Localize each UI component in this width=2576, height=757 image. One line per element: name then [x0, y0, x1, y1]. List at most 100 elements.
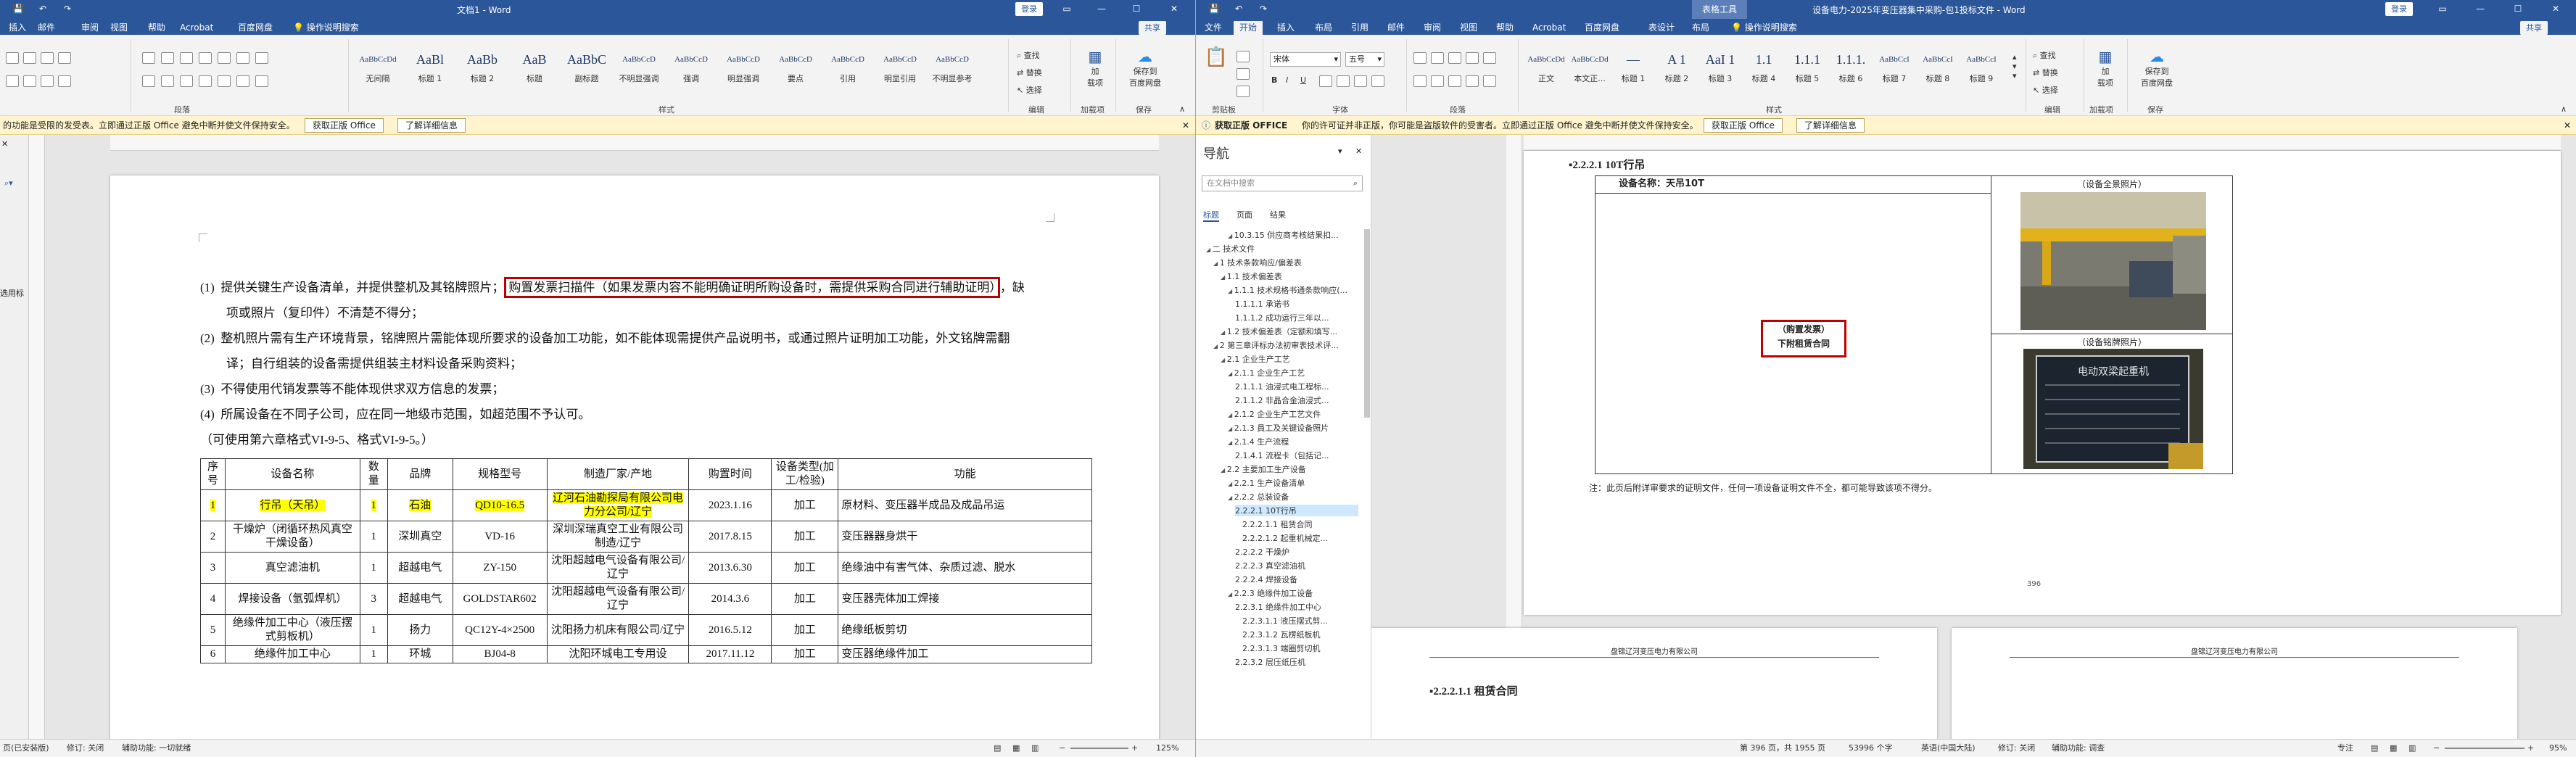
find-button[interactable]: ⌕ 查找 [1017, 49, 1040, 61]
table-row[interactable]: 2 干燥炉（闭循环热风真空干燥设备） 1 深圳真空 VD-16 深圳深瑞真空工业有限公司制… [200, 521, 1092, 553]
web-layout-icon[interactable]: ▥ [1031, 740, 1039, 757]
nav-heading-item[interactable]: 2.2.3.1 绝缘件加工中心 [1235, 601, 1358, 613]
font-color-icon[interactable] [1371, 75, 1384, 87]
nav-heading-item[interactable]: 2.1.4.1 流程卡（包括记... [1235, 450, 1358, 461]
track-changes-status[interactable]: 修订: 关闭 [1998, 740, 2035, 757]
superscript-icon[interactable] [1354, 75, 1367, 87]
tab-references[interactable]: 引用 [1345, 21, 1374, 35]
document-page[interactable]: ▪2.2.2.1 10T行吊 设备名称：天吊10T （购置发票） 下附租赁合同 … [1524, 151, 2561, 615]
copy-icon[interactable] [1237, 68, 1250, 80]
close-button[interactable]: ✕ [1160, 1, 1188, 16]
nav-heading-item[interactable]: 2.2.2.1.2 起重机械定... [1242, 532, 1358, 544]
nav-heading-item[interactable]: ◢ 1 技术条款响应/偏差表 [1213, 257, 1358, 268]
expand-arrow-icon[interactable]: ◢ [1213, 260, 1220, 267]
save-baidu-button[interactable]: ☁ 保存到 百度网盘 [1123, 48, 1168, 88]
replace-button[interactable]: ⇄ 替换 [2033, 67, 2058, 78]
style-12[interactable]: AaBbCcD 不明显参考 [931, 46, 973, 97]
accessibility-status[interactable]: 辅助功能: 调查 [2052, 740, 2105, 757]
nav-tab-pages[interactable]: 页面 [1237, 209, 1252, 220]
strikethrough-icon[interactable] [1319, 75, 1332, 87]
tab-insert[interactable]: 插入 [3, 21, 32, 35]
nav-tab-headings[interactable]: 标题 [1203, 209, 1219, 222]
justify-icon[interactable] [1466, 75, 1479, 87]
maximize-button[interactable]: ☐ [2504, 1, 2532, 16]
expand-arrow-icon[interactable]: ◢ [1228, 426, 1234, 432]
nav-heading-item[interactable]: 2.2.3.1.3 端圈剪切机 [1242, 642, 1358, 654]
sort-icon[interactable] [236, 52, 249, 64]
nav-heading-item[interactable]: ◢ 2.2.1 生产设备清单 [1228, 477, 1358, 489]
italic-button[interactable]: I [1286, 75, 1288, 85]
share-button[interactable]: 共享 [1139, 21, 1166, 35]
save-icon[interactable]: 💾 [1200, 1, 1228, 16]
expand-arrow-icon[interactable]: ◢ [1206, 247, 1213, 253]
undo-icon[interactable]: ↶ [1225, 1, 1252, 16]
zoom-level[interactable]: 125% [1156, 740, 1178, 757]
save-icon[interactable]: 💾 [4, 1, 32, 16]
zoom-in-icon[interactable]: + [1131, 740, 1138, 757]
expand-arrow-icon[interactable]: ◢ [1221, 329, 1227, 336]
tab-mailings[interactable]: 邮件 [32, 21, 61, 35]
zoom-slider[interactable] [2445, 748, 2525, 749]
read-mode-icon[interactable]: ▤ [994, 740, 1001, 757]
nav-close-icon[interactable]: ✕ [1355, 146, 1362, 156]
horizontal-ruler[interactable] [1524, 135, 2561, 151]
expand-arrow-icon[interactable]: ◢ [1221, 357, 1227, 363]
nav-heading-item[interactable]: 2.2.3.2 层压纸压机 [1235, 656, 1358, 668]
style-1[interactable]: AaBbCcDd 无间隔 [357, 46, 399, 97]
tab-mailings[interactable]: 邮件 [1382, 21, 1411, 35]
tab-baidu[interactable]: 百度网盘 [232, 21, 278, 35]
nav-heading-item[interactable]: 2.2.3.1.2 瓦楞纸板机 [1242, 629, 1358, 640]
vertical-ruler[interactable] [29, 135, 45, 739]
collapse-ribbon-icon[interactable]: ∧ [1179, 104, 1185, 114]
get-office-button[interactable]: 获取正版 Office [305, 118, 384, 133]
nav-heading-item[interactable]: ◢ 2.1.2 企业生产工艺文件 [1228, 408, 1358, 420]
next-page-right[interactable]: 盘锦辽河变压电力有限公司 [1952, 628, 2517, 739]
align-center-icon[interactable] [1431, 75, 1444, 87]
style-5[interactable]: AaBbC 副标题 [566, 46, 608, 97]
font-shrink-icon[interactable] [23, 52, 36, 64]
borders-icon[interactable] [255, 75, 268, 87]
nav-heading-item[interactable]: 1.1.1.2 成功运行三年以... [1235, 312, 1358, 323]
tab-file[interactable]: 文件 [1199, 21, 1228, 35]
tab-insert[interactable]: 插入 [1271, 21, 1300, 35]
learn-more-button[interactable]: 了解详细信息 [397, 118, 466, 133]
style-1[interactable]: AaBbCcDd 正文 [1525, 46, 1567, 97]
expand-arrow-icon[interactable]: ◢ [1228, 439, 1234, 446]
next-page-left[interactable]: 盘锦辽河变压电力有限公司 ▪2.2.2.1.1 租赁合同 [1371, 628, 1937, 739]
expand-arrow-icon[interactable]: ◢ [1213, 343, 1220, 349]
minimize-button[interactable]: — [2466, 1, 2494, 16]
page-status[interactable]: 页(已安装版) [3, 740, 49, 757]
redo-icon[interactable]: ↷ [54, 1, 81, 16]
justify-icon[interactable] [199, 75, 212, 87]
nav-tab-results[interactable]: 结果 [1270, 209, 1286, 220]
panel-search-icon[interactable]: ⌕▾ [4, 178, 13, 189]
cut-icon[interactable] [1237, 51, 1250, 62]
style-11[interactable]: AaBbCcI 标题 9 [1960, 46, 2002, 97]
nav-heading-item[interactable]: ◢ 2.1.3 員工及关键设备照片 [1228, 422, 1358, 434]
style-9[interactable]: AaBbCcI 标题 7 [1873, 46, 1915, 97]
tab-review[interactable]: 审阅 [1418, 21, 1447, 35]
print-layout-icon[interactable]: ▦ [2390, 740, 2397, 757]
tab-review[interactable]: 审阅 [75, 21, 104, 35]
close-button[interactable]: ✕ [2542, 1, 2569, 16]
equipment-table[interactable]: 序号 设备名称 数量 品牌 规格型号 制造厂家/产地 购置时间 设备类型(加工/检验) 功能 1… [200, 458, 1092, 663]
expand-arrow-icon[interactable]: ◢ [1221, 467, 1227, 473]
table-row[interactable]: 4 焊接设备（氩弧焊机） 3 超越电气 GOLDSTAR602 沈阳超越电气设备有限公司/… [200, 583, 1092, 615]
style-3[interactable]: AaBb 标题 2 [461, 46, 503, 97]
tab-table-design[interactable]: 表设计 [1643, 21, 1680, 35]
close-message-icon[interactable]: ✕ [2564, 116, 2571, 135]
select-button[interactable]: ↖ 选择 [1017, 84, 1042, 96]
multilevel-icon[interactable] [1448, 52, 1461, 64]
case-icon[interactable] [41, 52, 54, 64]
style-7[interactable]: 1.1.1 标题 5 [1786, 46, 1828, 97]
tab-acrobat[interactable]: Acrobat [1527, 21, 1572, 35]
expand-arrow-icon[interactable]: ◢ [1228, 371, 1234, 377]
expand-arrow-icon[interactable]: ◢ [1228, 233, 1234, 239]
nav-heading-item[interactable]: ◢ 2.2 主要加工生产设备 [1221, 463, 1358, 475]
align-right-icon[interactable] [1448, 75, 1461, 87]
nav-heading-item[interactable]: ◢ 1.1 技术偏差表 [1221, 270, 1358, 282]
format-painter-icon[interactable] [1237, 86, 1250, 97]
underline-button[interactable]: U [1300, 75, 1306, 85]
signin-button[interactable]: 登录 [2385, 2, 2413, 16]
tab-baidu[interactable]: 百度网盘 [1579, 21, 1625, 35]
